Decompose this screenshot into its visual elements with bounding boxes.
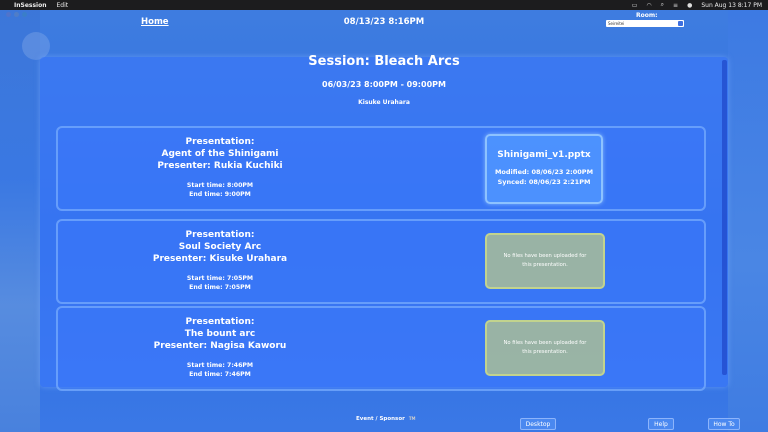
chevron-down-icon xyxy=(678,21,683,26)
room-select[interactable]: Seireitei xyxy=(606,20,684,27)
siri-icon[interactable]: ● xyxy=(687,2,692,9)
menu-bar: InSession Edit ▭ ◠ ⌕ ≡ ● Sun Aug 13 8:17… xyxy=(0,0,768,10)
file-name: Shinigami_v1.pptx xyxy=(497,150,591,160)
battery-icon[interactable]: ▭ xyxy=(632,2,638,9)
menubar-clock[interactable]: Sun Aug 13 8:17 PM xyxy=(701,2,762,9)
presentation-presenter: Presenter: Kisuke Urahara xyxy=(152,254,288,264)
edit-menu[interactable]: Edit xyxy=(57,2,69,9)
desktop-button[interactable]: Desktop xyxy=(520,418,556,430)
start-time: Start time: 8:00PM xyxy=(186,182,254,189)
presentation-title: Agent of the Shinigami xyxy=(161,149,279,159)
trademark-mark: TM xyxy=(408,416,416,421)
no-files-notice: No files have been uploaded for this pre… xyxy=(485,233,605,289)
presentation-info: Presentation: Soul Society Arc Presenter… xyxy=(58,229,382,292)
start-time: Start time: 7:46PM xyxy=(186,362,254,369)
room-select-value: Seireitei xyxy=(608,21,625,26)
how-to-button[interactable]: How To xyxy=(708,418,740,430)
presentation-presenter: Presenter: Rukia Kuchiki xyxy=(157,161,283,171)
background-right xyxy=(728,10,768,432)
file-tile[interactable]: Shinigami_v1.pptx Modified: 08/06/23 2:0… xyxy=(485,134,603,204)
no-files-notice: No files have been uploaded for this pre… xyxy=(485,320,605,376)
presentation-title: Soul Society Arc xyxy=(178,242,262,252)
file-synced: Synced: 08/06/23 2:21PM xyxy=(497,178,591,186)
app-menu[interactable]: InSession xyxy=(14,2,47,9)
presentation-info: Presentation: Agent of the Shinigami Pre… xyxy=(58,136,382,199)
start-time: Start time: 7:05PM xyxy=(186,275,254,282)
session-host: Kisuke Urahara xyxy=(358,99,410,106)
wifi-icon[interactable]: ◠ xyxy=(646,2,651,9)
presentation-card[interactable]: Presentation: Agent of the Shinigami Pre… xyxy=(56,126,706,211)
sponsor-text: Event / Sponsor xyxy=(356,416,405,422)
presentation-info: Presentation: The bount arc Presenter: N… xyxy=(58,316,382,379)
presentation-label: Presentation: xyxy=(185,230,255,240)
presentation-label: Presentation: xyxy=(185,317,255,327)
end-time: End time: 9:00PM xyxy=(189,191,251,198)
end-time: End time: 7:05PM xyxy=(189,284,251,291)
presentation-card[interactable]: Presentation: Soul Society Arc Presenter… xyxy=(56,219,706,304)
search-icon[interactable]: ⌕ xyxy=(661,1,664,9)
room-label: Room: xyxy=(636,12,658,19)
presentation-card[interactable]: Presentation: The bount arc Presenter: N… xyxy=(56,306,706,391)
control-center-icon[interactable]: ≡ xyxy=(673,2,678,9)
end-time: End time: 7:46PM xyxy=(189,371,251,378)
scrollbar[interactable] xyxy=(722,60,727,375)
session-time: 06/03/23 8:00PM - 09:00PM xyxy=(322,80,446,89)
background-left xyxy=(0,10,40,432)
presentation-presenter: Presenter: Nagisa Kaworu xyxy=(153,341,287,351)
sponsor-label: Event / Sponsor TM xyxy=(356,416,416,422)
file-modified: Modified: 08/06/23 2:00PM xyxy=(494,168,594,176)
presentation-label: Presentation: xyxy=(185,137,255,147)
presentation-title: The bount arc xyxy=(184,329,256,339)
session-title: Session: Bleach Arcs xyxy=(308,54,460,69)
help-button[interactable]: Help xyxy=(648,418,674,430)
